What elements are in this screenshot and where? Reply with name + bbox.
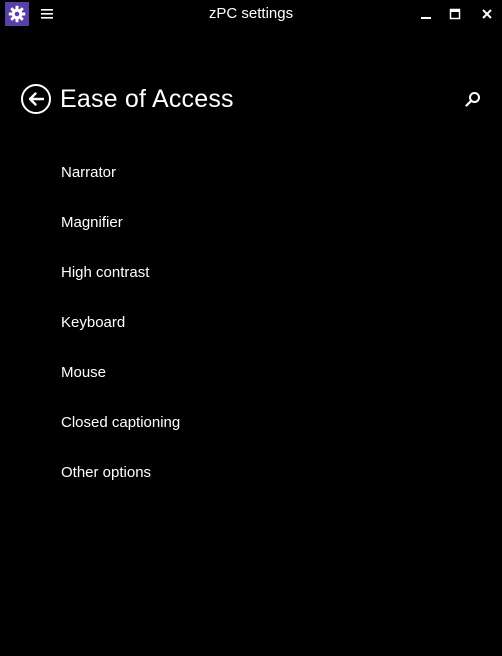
menu-item-keyboard[interactable]: Keyboard	[61, 306, 180, 356]
page-title: Ease of Access	[60, 84, 234, 113]
title-bar: zPC settings	[0, 0, 502, 28]
close-icon[interactable]	[475, 2, 499, 26]
maximize-icon[interactable]	[443, 2, 467, 26]
menu-item-mouse[interactable]: Mouse	[61, 356, 180, 406]
menu-item-closed-captioning[interactable]: Closed captioning	[61, 406, 180, 456]
ease-of-access-menu: Narrator Magnifier High contrast Keyboar…	[61, 156, 180, 506]
menu-item-magnifier[interactable]: Magnifier	[61, 206, 180, 256]
menu-item-other-options[interactable]: Other options	[61, 456, 180, 506]
minimize-icon[interactable]	[414, 2, 438, 26]
search-icon[interactable]	[462, 88, 484, 110]
page-header: Ease of Access	[20, 82, 234, 116]
hamburger-menu-icon[interactable]	[37, 4, 57, 24]
back-arrow-icon[interactable]	[20, 83, 52, 115]
menu-item-narrator[interactable]: Narrator	[61, 156, 180, 206]
gear-icon[interactable]	[5, 2, 29, 26]
menu-item-high-contrast[interactable]: High contrast	[61, 256, 180, 306]
